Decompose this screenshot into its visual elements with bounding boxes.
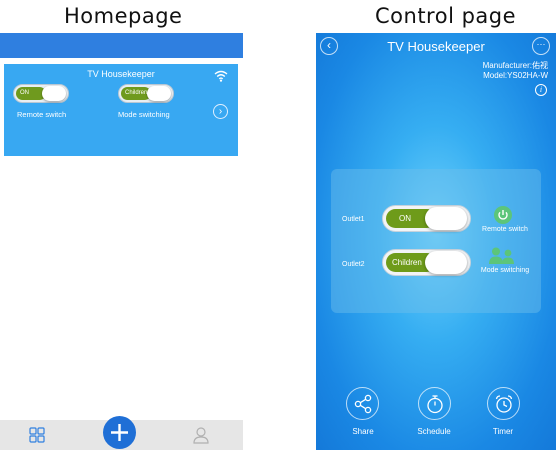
control-screen: ‹ TV Housekeeper ··· Manufacturer:佑视 Mod… [316,33,556,450]
schedule-button[interactable] [418,387,451,420]
outlet-panel: Outlet1 ON Remote switch Outlet2 Childre… [331,169,541,313]
more-options-icon[interactable]: ··· [532,37,550,55]
mode-switching-action-label: Mode switching [480,267,530,274]
timer-button[interactable] [487,387,520,420]
remote-switch-label: Remote switch [17,110,67,119]
device-card-title: TV Housekeeper [87,69,155,79]
share-button[interactable] [346,387,379,420]
bottom-tab-bar [0,416,243,450]
control-title: TV Housekeeper [387,39,485,54]
grid-icon[interactable] [29,427,45,443]
manufacturer-text: Manufacturer:佑视 [482,61,548,70]
schedule-label: Schedule [417,427,451,436]
mode-switching-label: Mode switching [118,110,170,119]
homepage-caption: Homepage [64,4,183,28]
outlet1-toggle[interactable]: ON [382,205,471,232]
stopwatch-icon [427,395,443,414]
info-icon[interactable]: i [535,84,547,96]
people-icon[interactable] [488,247,516,264]
timer-label: Timer [492,427,514,436]
homepage-screen: TV Housekeeper ON Children Remote switch… [0,33,243,450]
user-icon[interactable] [193,426,209,444]
mode-switching-toggle[interactable]: Children [118,84,174,103]
toggle-knob [425,251,467,274]
toggle-knob [425,207,467,230]
toggle-knob [147,86,171,101]
device-card[interactable]: TV Housekeeper ON Children Remote switch… [4,64,238,156]
wifi-icon [214,70,228,82]
share-icon [354,394,372,414]
chevron-right-icon[interactable]: › [213,104,228,119]
alarm-clock-icon [495,395,513,413]
outlet2-toggle[interactable]: Children [382,249,471,276]
power-icon[interactable] [494,206,512,224]
homepage-header-bar [0,33,243,58]
add-icon [111,424,128,441]
outlet1-label: Outlet1 [342,216,365,223]
remote-switch-toggle[interactable]: ON [13,84,69,103]
share-label: Share [352,427,374,436]
toggle-knob [42,86,66,101]
outlet2-label: Outlet2 [342,261,365,268]
model-text: Model:YS02HA-W [483,71,548,80]
add-device-button[interactable] [103,416,136,449]
remote-switch-action-label: Remote switch [482,226,528,233]
control-page-caption: Control page [375,4,517,28]
